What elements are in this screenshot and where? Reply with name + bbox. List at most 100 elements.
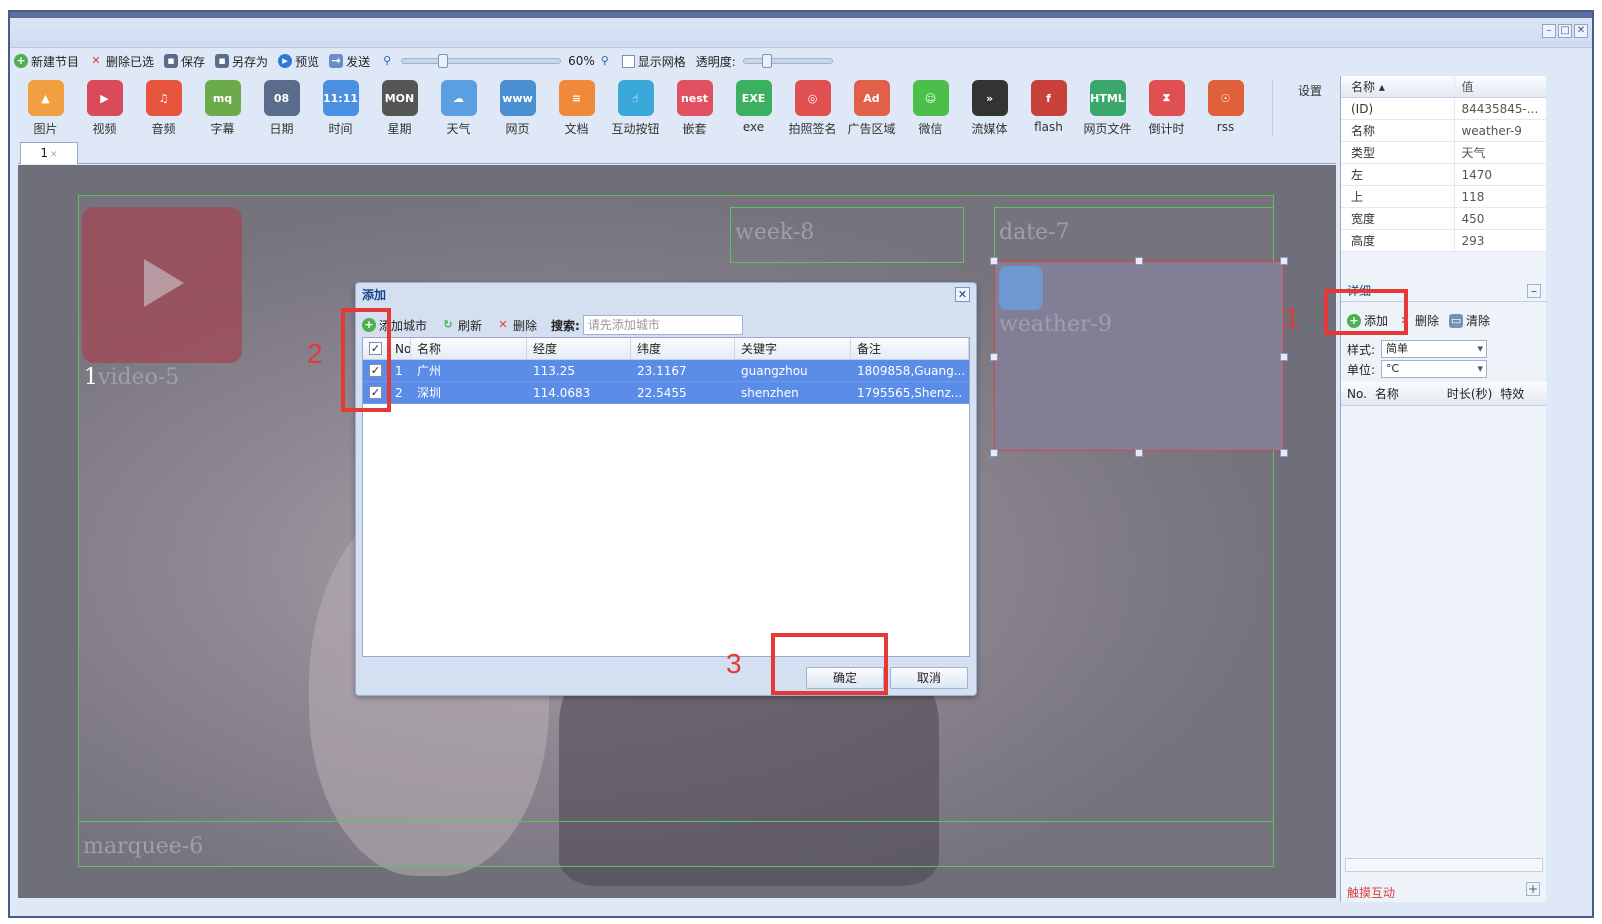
zoom-out-icon[interactable]: ⚲ [380, 54, 394, 68]
table-row[interactable]: ✓ 2 深圳 114.0683 22.5455 shenzhen 1795565,Shenz… [363, 382, 969, 404]
weather-mini-icon [999, 266, 1043, 310]
palette-item-image[interactable]: ▲ 图片 [16, 76, 75, 142]
marquee-region-label: marquee-6 [83, 834, 204, 859]
dialog-close-button[interactable]: ✕ [955, 287, 970, 302]
style-select[interactable]: 简单 [1381, 340, 1488, 358]
resize-handle-e[interactable] [1280, 353, 1288, 361]
palette-item-video[interactable]: ▶ 视频 [75, 76, 134, 142]
palette-item-streaming[interactable]: » 流媒体 [960, 76, 1019, 142]
weather-region-selected[interactable]: weather-9 [994, 261, 1284, 451]
property-value[interactable]: 450 [1454, 208, 1546, 229]
resize-handle-w[interactable] [990, 353, 998, 361]
property-value[interactable]: 293 [1454, 230, 1546, 251]
property-value[interactable]: 118 [1454, 186, 1546, 207]
palette-item-time[interactable]: 11:11 时间 [311, 76, 370, 142]
resize-handle-ne[interactable] [1280, 257, 1288, 265]
resize-handle-nw[interactable] [990, 257, 998, 265]
palette-item-date[interactable]: 08 日期 [252, 76, 311, 142]
html-icon: HTML [1089, 80, 1126, 116]
palette-item-wechat[interactable]: ☺ 微信 [901, 76, 960, 142]
property-row[interactable]: 名称 weather-9 [1341, 120, 1546, 142]
palette-item-photo-sign[interactable]: ◎ 拍照签名 [783, 76, 842, 142]
palette-label: 嵌套 [682, 122, 707, 136]
col-note[interactable]: 备注 [851, 338, 969, 359]
col-keyword[interactable]: 关键字 [735, 338, 851, 359]
marquee-region[interactable]: marquee-6 [78, 821, 1274, 867]
palette-item-audio[interactable]: ♫ 音频 [134, 76, 193, 142]
tab-close-icon[interactable]: ✕ [50, 150, 58, 160]
touch-interaction-section[interactable]: 触摸互动 [1347, 884, 1395, 901]
col-latitude[interactable]: 纬度 [631, 338, 735, 359]
tab-program-1[interactable]: 1 ✕ [20, 142, 78, 164]
col-name[interactable]: 名称 [411, 338, 527, 359]
property-row[interactable]: 宽度 450 [1341, 208, 1546, 230]
palette-item-webpage[interactable]: www 网页 [488, 76, 547, 142]
property-value[interactable]: 天气 [1454, 142, 1546, 163]
close-window-button[interactable]: ✕ [1574, 24, 1588, 38]
detail-clear-button[interactable]: ▭ 清除 [1449, 312, 1490, 329]
resize-handle-n[interactable] [1135, 257, 1143, 265]
new-program-button[interactable]: + 新建节目 [14, 53, 79, 70]
palette-item-week[interactable]: MON 星期 [370, 76, 429, 142]
property-value[interactable]: weather-9 [1454, 120, 1546, 141]
resize-handle-se[interactable] [1280, 449, 1288, 457]
palette-item-flash[interactable]: f flash [1019, 76, 1078, 142]
palette-item-weather[interactable]: ☁ 天气 [429, 76, 488, 142]
palette-label: rss [1216, 120, 1235, 134]
expand-icon[interactable]: + [1526, 882, 1540, 896]
preview-button[interactable]: ▸ 预览 [278, 53, 319, 70]
table-row[interactable]: ✓ 1 广州 113.25 23.1167 guangzhou 1809858,Guang.… [363, 360, 969, 382]
row-latitude: 23.1167 [637, 364, 687, 378]
date-region[interactable]: date-7 [994, 207, 1274, 263]
show-grid-checkbox[interactable] [621, 54, 635, 68]
property-row[interactable]: 高度 293 [1341, 230, 1546, 252]
palette-item-html[interactable]: HTML 网页文件 [1078, 76, 1137, 142]
collapse-icon[interactable]: – [1527, 284, 1541, 298]
palette-item-nesting[interactable]: nest 嵌套 [665, 76, 724, 142]
palette-item-document[interactable]: ≡ 文档 [547, 76, 606, 142]
resize-handle-s[interactable] [1135, 449, 1143, 457]
palette-item-ad[interactable]: Ad 广告区域 [842, 76, 901, 142]
save-as-button[interactable]: ▪ 另存为 [215, 53, 268, 70]
send-icon: → [329, 54, 344, 68]
palette-scrollbar[interactable] [1272, 80, 1286, 136]
opacity-slider[interactable] [742, 54, 833, 68]
video-region-label[interactable]: 1video-5 [84, 365, 179, 390]
palette-item-interactive-button[interactable]: ☝ 互动按钮 [606, 76, 665, 142]
cancel-button[interactable]: 取消 [890, 667, 968, 689]
send-button[interactable]: → 发送 [329, 53, 370, 70]
zoom-in-icon[interactable]: ⚲ [598, 54, 612, 68]
detail-horizontal-scrollbar[interactable] [1345, 858, 1543, 872]
refresh-button[interactable]: ↻ 刷新 [441, 317, 482, 334]
save-as-icon: ▪ [215, 54, 230, 68]
col-longitude[interactable]: 经度 [527, 338, 631, 359]
property-row[interactable]: 左 1470 [1341, 164, 1546, 186]
maximize-button[interactable]: □ [1558, 24, 1572, 38]
detail-delete-label: 删除 [1415, 314, 1440, 328]
show-grid-toggle[interactable]: 显示网格 [621, 53, 686, 70]
opacity-slider-thumb[interactable] [761, 54, 772, 68]
property-value[interactable]: 1470 [1454, 164, 1546, 185]
palette-label: 日期 [269, 122, 294, 136]
palette-item-countdown[interactable]: ⧗ 倒计时 [1137, 76, 1196, 142]
palette-item-marquee[interactable]: mq 字幕 [193, 76, 252, 142]
week-region[interactable]: week-8 [730, 207, 964, 263]
property-name-column[interactable]: 名称 ▴ [1341, 76, 1454, 97]
row-name: 广州 [417, 364, 442, 378]
property-row[interactable]: 上 118 [1341, 186, 1546, 208]
zoom-slider[interactable] [401, 54, 562, 68]
unit-select[interactable]: °C [1381, 360, 1488, 378]
palette-item-rss[interactable]: ☉ rss [1196, 76, 1255, 142]
property-row[interactable]: 类型 天气 [1341, 142, 1546, 164]
palette-item-exe[interactable]: EXE exe [724, 76, 783, 142]
settings-button[interactable]: 设置 [1298, 82, 1322, 99]
save-button[interactable]: ▪ 保存 [164, 53, 205, 70]
delete-selected-button[interactable]: ✕ 删除已选 [89, 53, 154, 70]
property-value[interactable]: 84435845-... [1454, 98, 1546, 119]
search-input[interactable]: 请先添加城市 [582, 315, 743, 335]
property-row[interactable]: (ID) 84435845-... [1341, 98, 1546, 120]
zoom-slider-thumb[interactable] [438, 54, 449, 68]
dialog-delete-button[interactable]: ✕ 删除 [496, 317, 537, 334]
resize-handle-sw[interactable] [990, 449, 998, 457]
minimize-button[interactable]: – [1542, 24, 1556, 38]
